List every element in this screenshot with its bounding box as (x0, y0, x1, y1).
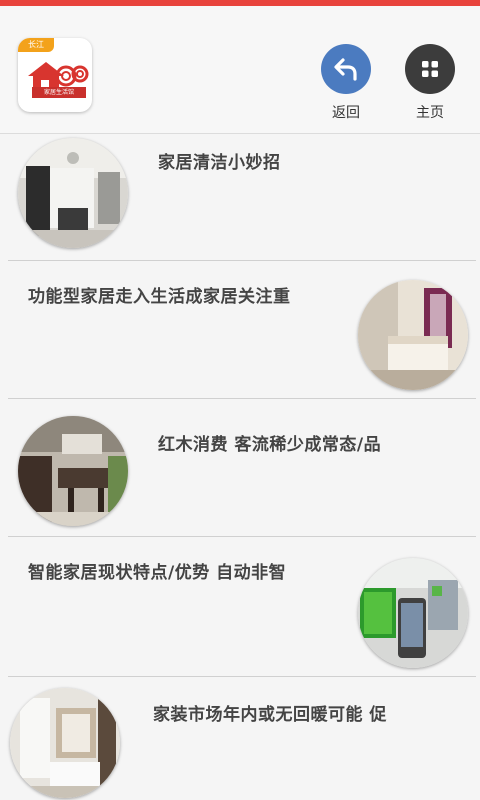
grid-icon (422, 61, 438, 77)
home-button-label: 主页 (416, 105, 444, 121)
logo-ribbon: 长江 (18, 38, 54, 52)
article-thumbnail (358, 558, 468, 668)
article-item-3[interactable]: 红木消费 客流稀少成常态/品 (8, 410, 476, 534)
back-button[interactable]: 返回 (314, 44, 378, 122)
app-header: 长江 家居生活馆 返回 主页 (0, 6, 480, 134)
app-logo: 长江 家居生活馆 (18, 38, 92, 112)
article-title: 功能型家居走入生活成家居关注重 (28, 287, 291, 307)
article-item-5[interactable]: 家装市场年内或无回暖可能 促 (8, 688, 476, 800)
divider (8, 536, 476, 537)
article-item-4[interactable]: 智能家居现状特点/优势 自动非智 (8, 548, 476, 672)
home-button-circle[interactable] (405, 44, 455, 94)
article-thumbnail (18, 138, 128, 248)
article-title: 家装市场年内或无回暖可能 促 (153, 705, 387, 725)
article-item-1[interactable]: 家居清洁小妙招 (8, 134, 476, 258)
article-thumbnail (18, 416, 128, 526)
divider (8, 398, 476, 399)
article-item-2[interactable]: 功能型家居走入生活成家居关注重 (8, 272, 476, 396)
article-title: 家居清洁小妙招 (158, 153, 281, 173)
home-button[interactable]: 主页 (398, 44, 462, 122)
article-thumbnail (358, 280, 468, 390)
back-button-label: 返回 (332, 105, 360, 121)
article-title: 智能家居现状特点/优势 自动非智 (28, 563, 287, 583)
article-thumbnail (10, 688, 120, 798)
back-button-circle[interactable] (321, 44, 371, 94)
divider (8, 260, 476, 261)
back-arrow-icon (334, 58, 357, 81)
divider (8, 676, 476, 677)
logo-caption: 家居生活馆 (32, 87, 86, 98)
article-title: 红木消费 客流稀少成常态/品 (158, 435, 382, 455)
